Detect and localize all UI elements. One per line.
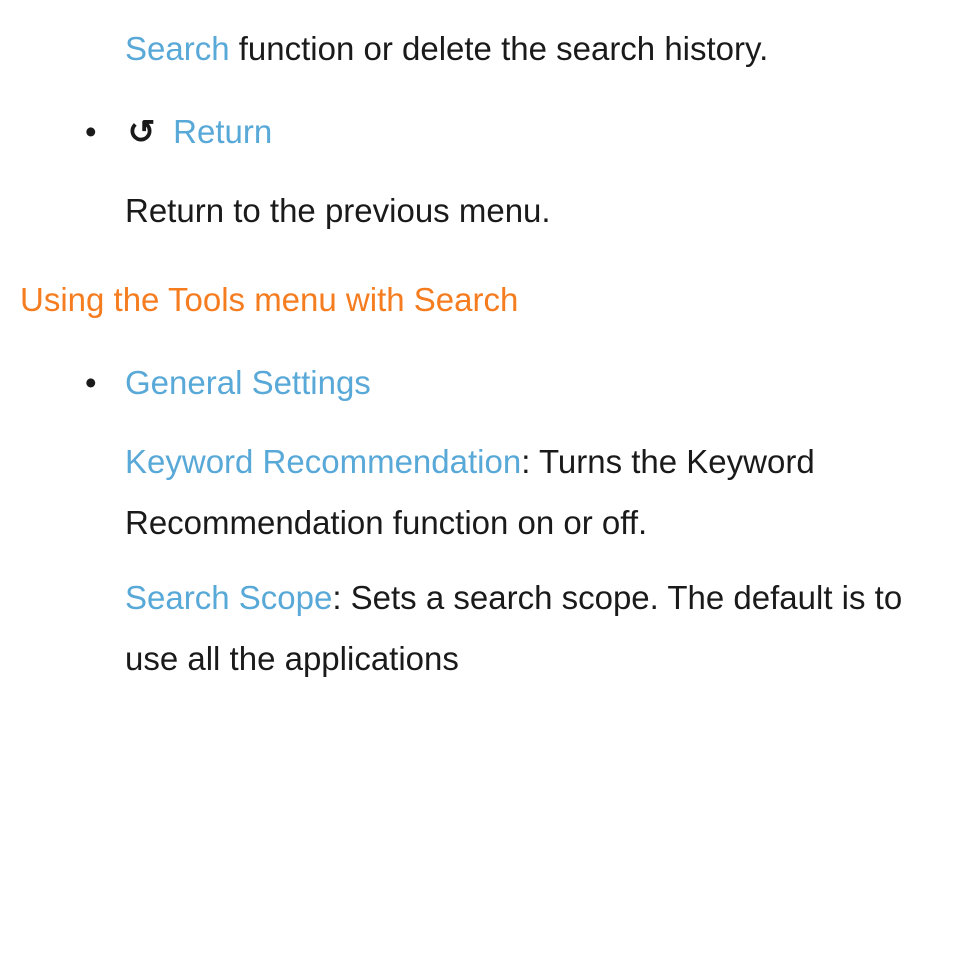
return-link[interactable]: Return [173,113,272,150]
general-settings-item: General Settings Keyword Recommendation:… [75,352,934,689]
general-settings-link[interactable]: General Settings [125,364,371,401]
first-paragraph-fragment: Search function or delete the search his… [20,18,934,79]
keyword-recommendation-para: Keyword Recommendation: Turns the Keywor… [125,431,934,553]
section-heading: Using the Tools menu with Search [20,269,934,330]
tools-list: General Settings Keyword Recommendation:… [20,352,934,689]
search-scope-para: Search Scope: Sets a search scope. The d… [125,567,934,689]
general-settings-head: General Settings [125,352,934,413]
top-list: ↺ Return Return to the previous menu. [20,101,934,241]
keyword-recommendation-link[interactable]: Keyword Recommendation [125,443,521,480]
return-item: ↺ Return Return to the previous menu. [75,101,934,241]
search-scope-link[interactable]: Search Scope [125,579,332,616]
return-item-head: ↺ Return [125,101,934,162]
return-item-body: Return to the previous menu. [125,180,934,241]
return-icon: ↺ [125,101,158,162]
first-paragraph-rest: function or delete the search history. [230,30,769,67]
search-link[interactable]: Search [125,30,230,67]
